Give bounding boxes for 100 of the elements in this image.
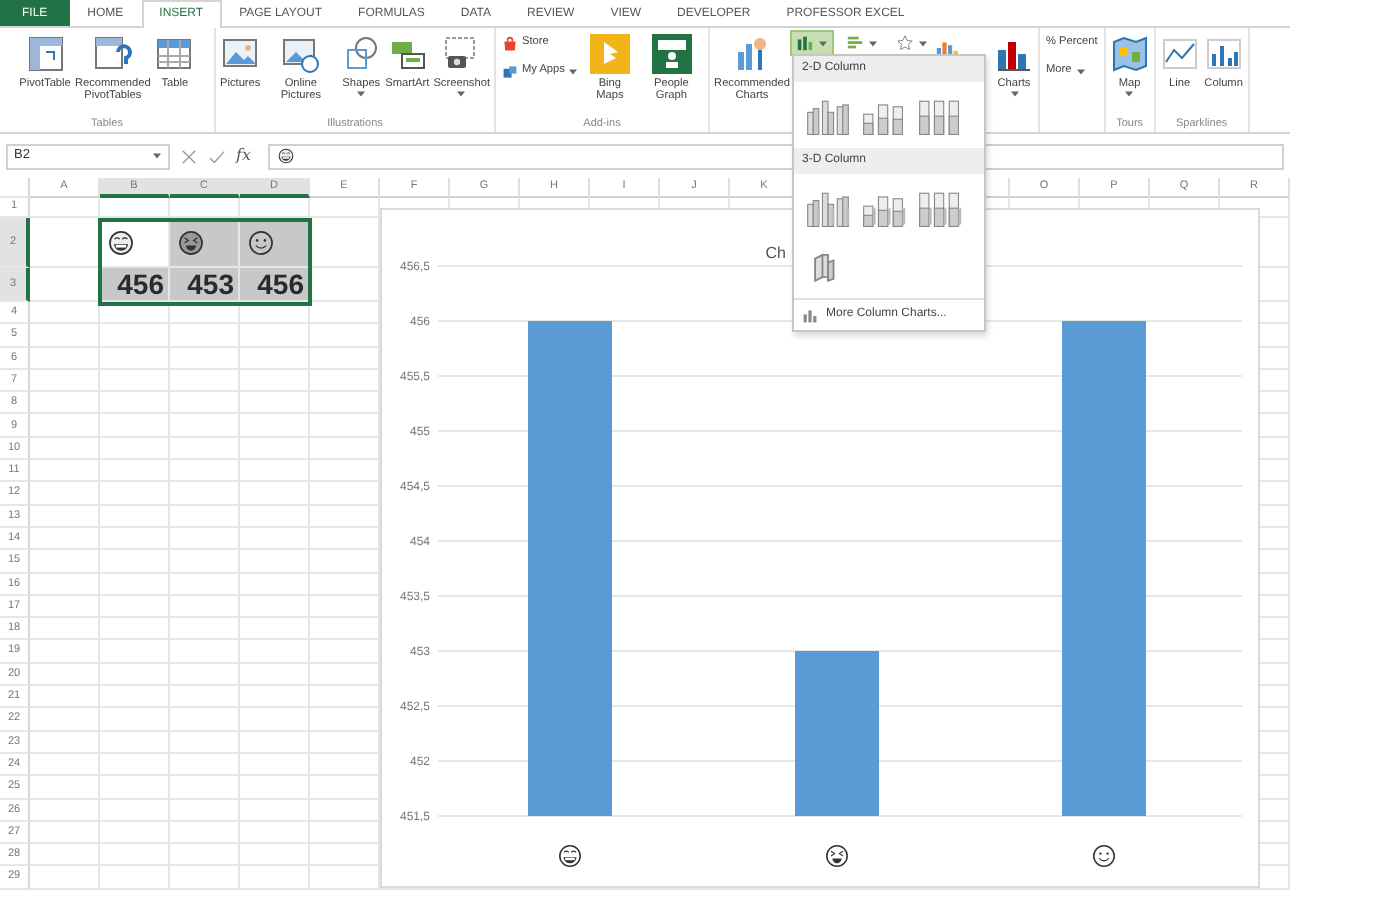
table-cell [170, 686, 240, 709]
table-cell [30, 527, 100, 551]
caret-icon [1124, 90, 1135, 99]
table-cell: 453 [170, 268, 240, 302]
table-cell [30, 595, 100, 619]
table-cell [30, 324, 100, 348]
table-cell [100, 437, 170, 461]
table-cell [30, 198, 100, 218]
table-cell [240, 731, 310, 754]
chart-type-button[interactable] [842, 32, 882, 54]
table-cell [170, 324, 240, 348]
table-cell [170, 550, 240, 574]
table-cell [100, 482, 170, 506]
tile-icon [589, 34, 630, 74]
table-cell [170, 776, 240, 800]
table-cell [170, 708, 240, 732]
table-cell [240, 302, 310, 325]
shapes-icon [341, 34, 382, 74]
chart-title[interactable]: Ch [765, 244, 786, 262]
table-cell [170, 505, 240, 528]
table-cell [240, 686, 310, 709]
table-cell [100, 686, 170, 709]
table-cell [170, 618, 240, 641]
table-cell [170, 595, 240, 619]
table-cell [30, 505, 100, 528]
table-cell [30, 573, 100, 596]
table-cell [100, 392, 170, 415]
table-cell [240, 776, 310, 800]
grinning-face-icon [278, 148, 295, 164]
table-cell [240, 414, 310, 438]
laughing-face-icon [826, 845, 848, 867]
check-icon[interactable] [208, 147, 226, 165]
caret-icon [918, 39, 928, 47]
table-cell [30, 369, 100, 393]
pivot-table-icon [92, 34, 133, 74]
bar-chart-icon [846, 34, 864, 52]
table-cell [30, 731, 100, 754]
table-cell [100, 776, 170, 800]
table-cell [240, 663, 310, 687]
table-cell [170, 302, 240, 325]
table-cell [240, 821, 310, 845]
table-cell: 456 [100, 268, 170, 302]
table-cell [100, 505, 170, 528]
table-cell [100, 198, 170, 218]
table-cell [30, 414, 100, 438]
table-cell [100, 595, 170, 619]
table-cell [170, 753, 240, 777]
table-cell [100, 347, 170, 370]
table-cell [100, 414, 170, 438]
caret-icon [1075, 67, 1086, 75]
cancel-icon[interactable] [180, 147, 198, 165]
table-cell [30, 460, 100, 483]
table-cell [240, 437, 310, 461]
table-cell [30, 550, 100, 574]
chart-type-button[interactable] [792, 32, 832, 54]
column-chart-icon [1203, 34, 1244, 74]
table-cell [240, 573, 310, 596]
table-cell [30, 640, 100, 664]
table-cell [240, 527, 310, 551]
table-cell [240, 505, 310, 528]
table-cell [240, 866, 310, 890]
table-cell [170, 414, 240, 438]
table-cell [100, 618, 170, 641]
table-cell [30, 392, 100, 415]
chart-type-button[interactable] [892, 32, 932, 54]
apps-icon [502, 63, 518, 79]
bag-icon [502, 35, 518, 51]
table-cell [240, 369, 310, 393]
table-cell [30, 663, 100, 687]
table-cell [170, 198, 240, 218]
table-cell [240, 482, 310, 506]
table-cell [100, 302, 170, 325]
line-chart-icon [1159, 34, 1200, 74]
table-cell [170, 392, 240, 415]
table-cell [100, 821, 170, 845]
table-cell [240, 640, 310, 664]
table-cell [170, 866, 240, 890]
table-cell [30, 821, 100, 845]
table-cell [170, 821, 240, 845]
table-cell [170, 369, 240, 393]
table-cell [240, 392, 310, 415]
table-cell [100, 460, 170, 483]
table-cell [240, 753, 310, 777]
insert-function-button[interactable]: fx [236, 144, 251, 168]
grinning-face-icon [108, 229, 134, 255]
table-cell [240, 799, 310, 822]
table-cell [170, 527, 240, 551]
smiling-face-icon [248, 229, 274, 255]
table-cell: 456 [240, 268, 310, 302]
star-icon [896, 34, 914, 52]
caret-icon [356, 90, 367, 99]
table-cell [30, 799, 100, 822]
table-cell [240, 708, 310, 732]
table-cell [170, 799, 240, 822]
table-cell [170, 347, 240, 370]
table-cell [30, 482, 100, 506]
table-icon [154, 34, 195, 74]
table-cell [240, 324, 310, 348]
table-cell [30, 866, 100, 890]
table-cell [100, 731, 170, 754]
